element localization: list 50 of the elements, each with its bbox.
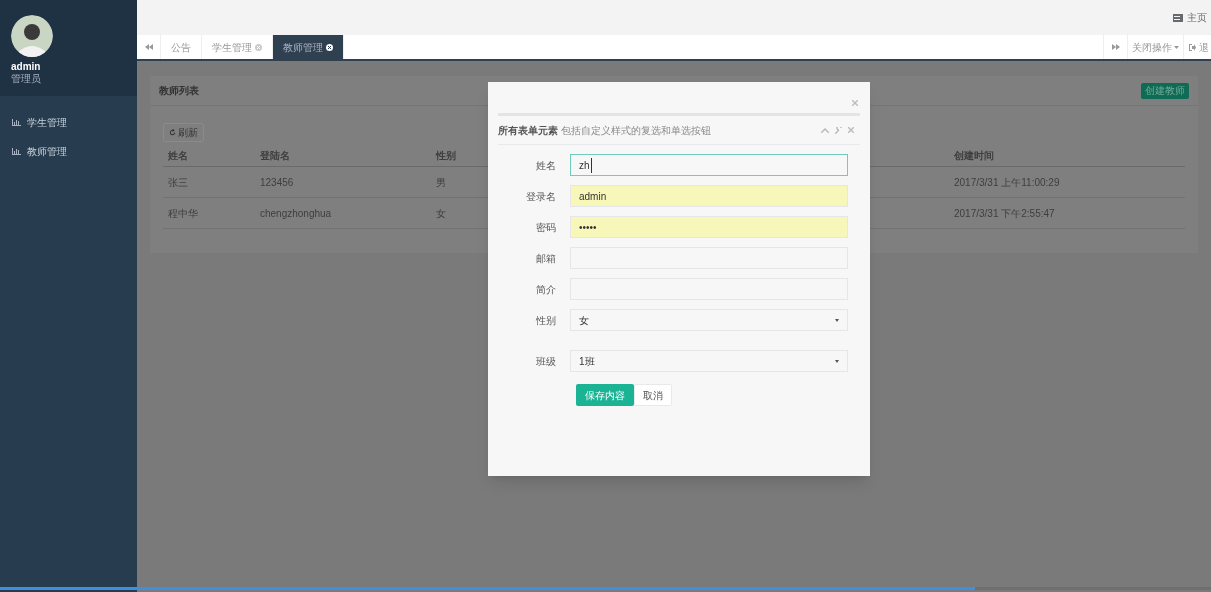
panel-title: 教师列表 (159, 84, 199, 98)
cancel-button[interactable]: 取消 (634, 384, 672, 406)
close-operations-dropdown[interactable]: 关闭操作 (1127, 35, 1183, 59)
field-label: 邮箱 (535, 251, 557, 266)
field-label: 性别 (535, 313, 557, 328)
column-header: 创建时间 (954, 150, 994, 161)
select-field[interactable]: 女 (570, 309, 848, 331)
password-field[interactable]: ••••• (570, 216, 848, 238)
menu-icon (1173, 13, 1183, 22)
field-label: 班级 (535, 354, 557, 369)
user-role: 管理员 (11, 73, 42, 85)
double-right-icon (1111, 44, 1120, 50)
sidebar-item[interactable]: 教师管理 (0, 137, 137, 166)
table-cell: 程中华 (168, 207, 198, 219)
field-label: 姓名 (535, 158, 557, 173)
caret-icon (835, 359, 839, 363)
bar-chart-icon (12, 119, 21, 126)
input-field[interactable]: admin (570, 185, 848, 207)
tab[interactable]: 公告 (161, 35, 202, 59)
logout-button[interactable]: 退 (1183, 35, 1211, 59)
sidebar-item[interactable]: 学生管理 (0, 108, 137, 137)
input-field[interactable]: zh (570, 154, 848, 176)
logout-icon (1189, 43, 1196, 51)
double-left-icon (144, 44, 153, 50)
close-icon[interactable] (852, 100, 858, 106)
user-name: admin (11, 61, 42, 73)
table-cell: 男 (436, 176, 446, 188)
tab[interactable]: 教师管理 (273, 35, 344, 59)
caret-icon (835, 318, 839, 322)
field-label: 登录名 (525, 189, 557, 204)
form-title: 所有表单元素 (498, 123, 558, 138)
column-header: 登陆名 (260, 150, 290, 161)
field-label: 简介 (535, 282, 557, 297)
caret-icon (1174, 45, 1179, 49)
bar-chart-icon (12, 148, 21, 155)
chevron-up-icon[interactable] (821, 127, 829, 133)
avatar (11, 15, 53, 57)
form-subtitle: 包括自定义样式的复选和单选按钮 (561, 123, 711, 138)
table-cell: 女 (436, 207, 446, 219)
refresh-button[interactable]: 刷新 (163, 123, 204, 142)
table-cell: chengzhonghua (260, 207, 332, 219)
home-link[interactable]: 主页 (1173, 10, 1207, 25)
select-field[interactable]: 1班 (570, 350, 848, 372)
field-label: 密码 (535, 220, 557, 235)
close-circle-icon[interactable] (326, 43, 333, 51)
close-icon[interactable] (848, 127, 854, 133)
refresh-icon (169, 129, 176, 136)
column-header: 性别 (436, 150, 456, 161)
table-cell: 123456 (260, 176, 294, 188)
column-header: 姓名 (168, 150, 188, 161)
